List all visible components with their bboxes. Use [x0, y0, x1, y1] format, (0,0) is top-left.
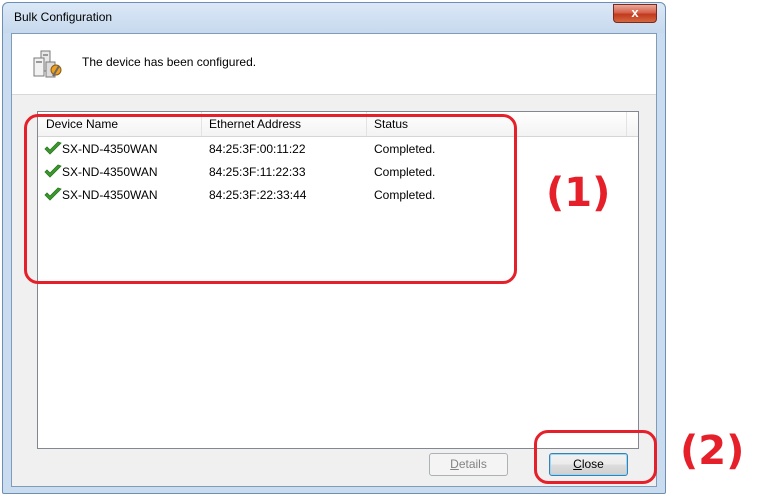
details-button[interactable]: Details [429, 453, 508, 476]
details-label: etails [458, 457, 487, 471]
column-divider[interactable] [626, 112, 627, 136]
status-message: The device has been configured. [82, 55, 257, 69]
window-close-button[interactable]: x [613, 4, 657, 23]
annotation-label-2: (2) [680, 428, 745, 474]
details-mnemonic: D [450, 457, 459, 471]
annotation-box-1 [24, 114, 517, 284]
devices-configured-icon [33, 50, 62, 78]
title-bar[interactable]: Bulk Configuration x [3, 3, 665, 33]
annotation-label-1: (1) [546, 170, 611, 216]
window-title: Bulk Configuration [14, 10, 113, 24]
annotation-box-2 [534, 430, 657, 484]
message-area: The device has been configured. [12, 34, 656, 95]
